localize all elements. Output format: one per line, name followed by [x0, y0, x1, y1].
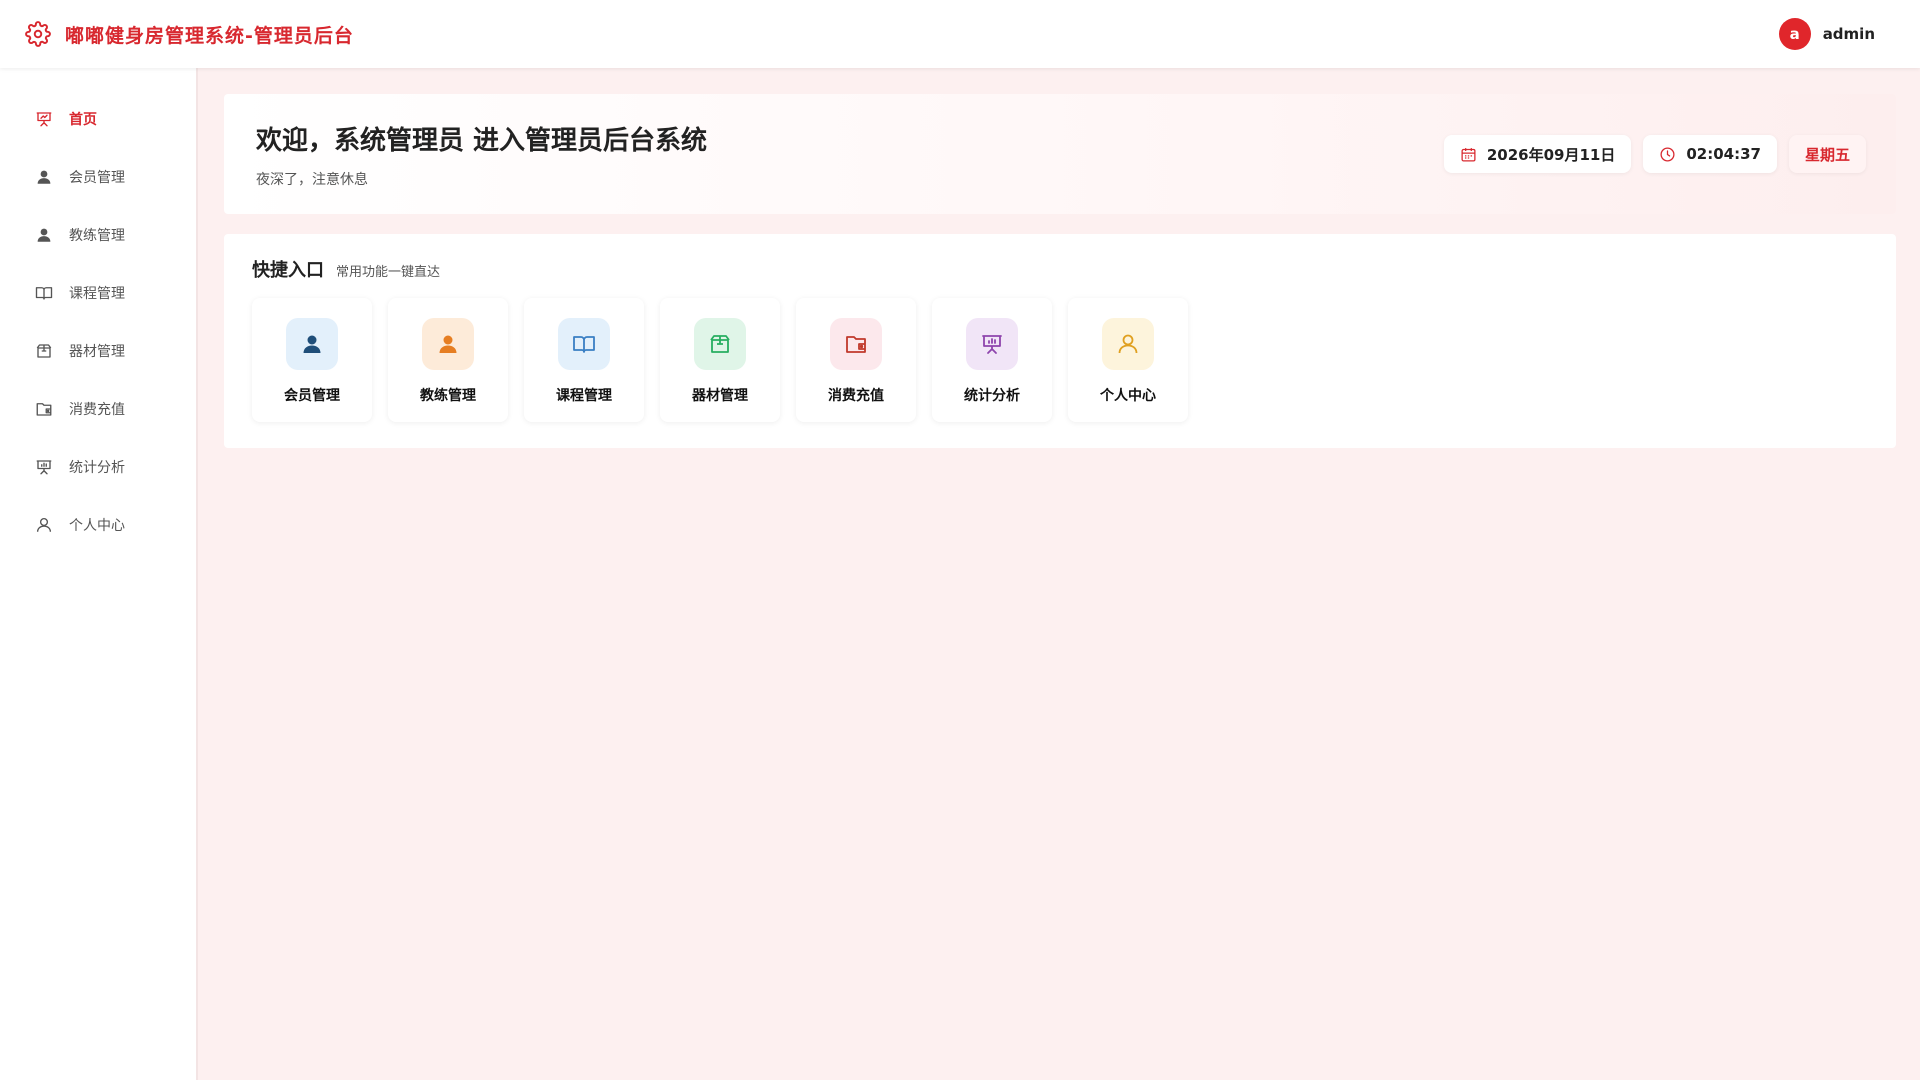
user-filled-icon [286, 318, 338, 370]
quick-card-equipment[interactable]: 器材管理 [660, 298, 780, 422]
box-icon [694, 318, 746, 370]
sidebar-item-stats[interactable]: 统计分析 [0, 438, 196, 496]
sidebar-item-profile[interactable]: 个人中心 [0, 496, 196, 554]
user-menu[interactable]: a admin [1778, 18, 1875, 50]
sidebar-item-label: 首页 [69, 112, 97, 128]
time-chip: 02:04:37 [1643, 135, 1777, 173]
sidebar-item-recharge[interactable]: 消费充值 [0, 380, 196, 438]
quick-card-profile[interactable]: 个人中心 [1068, 298, 1188, 422]
app-title: 嘟嘟健身房管理系统-管理员后台 [65, 24, 354, 47]
avatar[interactable]: a [1778, 18, 1811, 50]
sidebar-item-home[interactable]: 首页 [0, 90, 196, 148]
wallet-icon [35, 400, 53, 418]
quick-card-label: 器材管理 [692, 388, 748, 404]
user-filled-icon [35, 168, 53, 186]
sidebar-item-label: 消费充值 [69, 402, 125, 418]
quick-card-label: 消费充值 [828, 388, 884, 404]
brand[interactable]: 嘟嘟健身房管理系统-管理员后台 [25, 21, 354, 48]
calendar-icon [1460, 146, 1477, 163]
date-chip: 2026年09月11日 [1443, 135, 1632, 173]
book-icon [35, 284, 53, 302]
quick-card-coaches[interactable]: 教练管理 [388, 298, 508, 422]
quick-access-title: 快捷入口 [252, 260, 324, 281]
quick-card-recharge[interactable]: 消费充值 [796, 298, 916, 422]
sidebar-item-label: 会员管理 [69, 170, 125, 186]
wallet-icon [830, 318, 882, 370]
quick-access-panel: 快捷入口 常用功能一键直达 会员管理 教练管理 课程管理 器材管理 消费充值 统… [224, 234, 1896, 448]
quick-card-label: 个人中心 [1100, 388, 1156, 404]
sidebar-item-equipment[interactable]: 器材管理 [0, 322, 196, 380]
datetime-chips: 2026年09月11日 02:04:37 星期五 [1443, 135, 1866, 173]
quick-card-courses[interactable]: 课程管理 [524, 298, 644, 422]
quick-card-members[interactable]: 会员管理 [252, 298, 372, 422]
quick-card-stats[interactable]: 统计分析 [932, 298, 1052, 422]
date-text: 2026年09月11日 [1486, 145, 1616, 164]
welcome-title: 欢迎，系统管理员 进入管理员后台系统 [256, 125, 708, 156]
main-content: 欢迎，系统管理员 进入管理员后台系统 夜深了，注意休息 2026年09月11日 … [224, 94, 1896, 448]
presentation-chart-icon [35, 110, 53, 128]
sidebar-item-label: 教练管理 [69, 228, 125, 244]
quick-card-label: 会员管理 [284, 388, 340, 404]
quick-card-label: 统计分析 [964, 388, 1020, 404]
weekday-text: 星期五 [1804, 145, 1850, 164]
time-text: 02:04:37 [1686, 145, 1761, 163]
sidebar-item-members[interactable]: 会员管理 [0, 148, 196, 206]
sidebar-item-label: 课程管理 [69, 286, 125, 302]
box-icon [35, 342, 53, 360]
user-filled-icon [35, 226, 53, 244]
user-outline-icon [1102, 318, 1154, 370]
top-header: 嘟嘟健身房管理系统-管理员后台 a admin [0, 0, 1920, 68]
sidebar-item-label: 个人中心 [69, 518, 125, 534]
presentation-chart-icon [35, 458, 53, 476]
book-icon [558, 318, 610, 370]
sidebar-item-coaches[interactable]: 教练管理 [0, 206, 196, 264]
quick-card-label: 教练管理 [420, 388, 476, 404]
username[interactable]: admin [1823, 25, 1875, 43]
user-outline-icon [35, 516, 53, 534]
sidebar: 首页 会员管理 教练管理 课程管理 器材管理 消费充值 统计分析 个人中心 [0, 68, 198, 1080]
quick-card-label: 课程管理 [556, 388, 612, 404]
welcome-subtitle: 夜深了，注意休息 [256, 171, 368, 188]
quick-access-subtitle: 常用功能一键直达 [336, 265, 441, 280]
weekday-chip: 星期五 [1788, 135, 1866, 173]
welcome-banner: 欢迎，系统管理员 进入管理员后台系统 夜深了，注意休息 2026年09月11日 … [224, 94, 1896, 214]
clock-icon [1659, 146, 1676, 163]
sidebar-item-label: 统计分析 [69, 460, 125, 476]
presentation-chart-icon [966, 318, 1018, 370]
sidebar-item-courses[interactable]: 课程管理 [0, 264, 196, 322]
user-filled-icon [422, 318, 474, 370]
sidebar-item-label: 器材管理 [69, 344, 125, 360]
gear-icon [25, 21, 51, 47]
